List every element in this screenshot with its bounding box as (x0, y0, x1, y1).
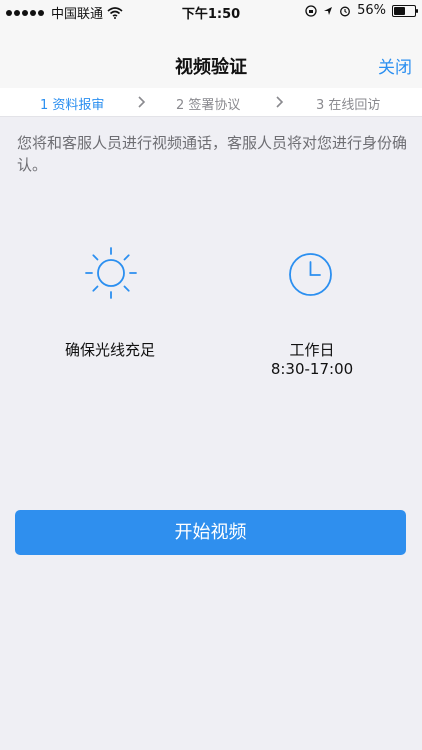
sun-icon (85, 247, 137, 299)
progress-steps: 1 资料报审 2 签署协议 3 在线回访 (0, 88, 422, 117)
page-title: 视频验证 (175, 57, 247, 78)
battery-icon (392, 4, 418, 17)
step-1-info-review: 1 资料报审 (40, 98, 105, 113)
status-bar: 中国联通 下午1:50 56% (0, 0, 422, 22)
alarm-icon (340, 6, 351, 16)
chevron-right-icon (138, 96, 146, 108)
location-icon (324, 6, 333, 15)
orientation-lock-icon (305, 4, 317, 17)
clock-icon (289, 253, 332, 296)
chevron-right-icon (276, 96, 284, 108)
feature-label-workdays: 工作日 (289, 341, 335, 359)
step-3-online-callback: 3 在线回访 (316, 98, 381, 113)
close-button[interactable]: 关闭 (378, 53, 412, 78)
start-video-button[interactable]: 开始视频 (15, 510, 406, 555)
battery-percent: 56% (357, 3, 386, 18)
feature-label-hours: 8:30-17:00 (270, 360, 354, 378)
step-2-sign-agreement: 2 签署协议 (176, 98, 241, 113)
feature-label-light: 确保光线充足 (64, 341, 155, 359)
status-right: 56% (305, 3, 418, 18)
navigation-bar: 视频验证 关闭 (0, 22, 422, 88)
intro-text: 您将和客服人员进行视频通话，客服人员将对您进行身份确认。 (17, 134, 408, 174)
